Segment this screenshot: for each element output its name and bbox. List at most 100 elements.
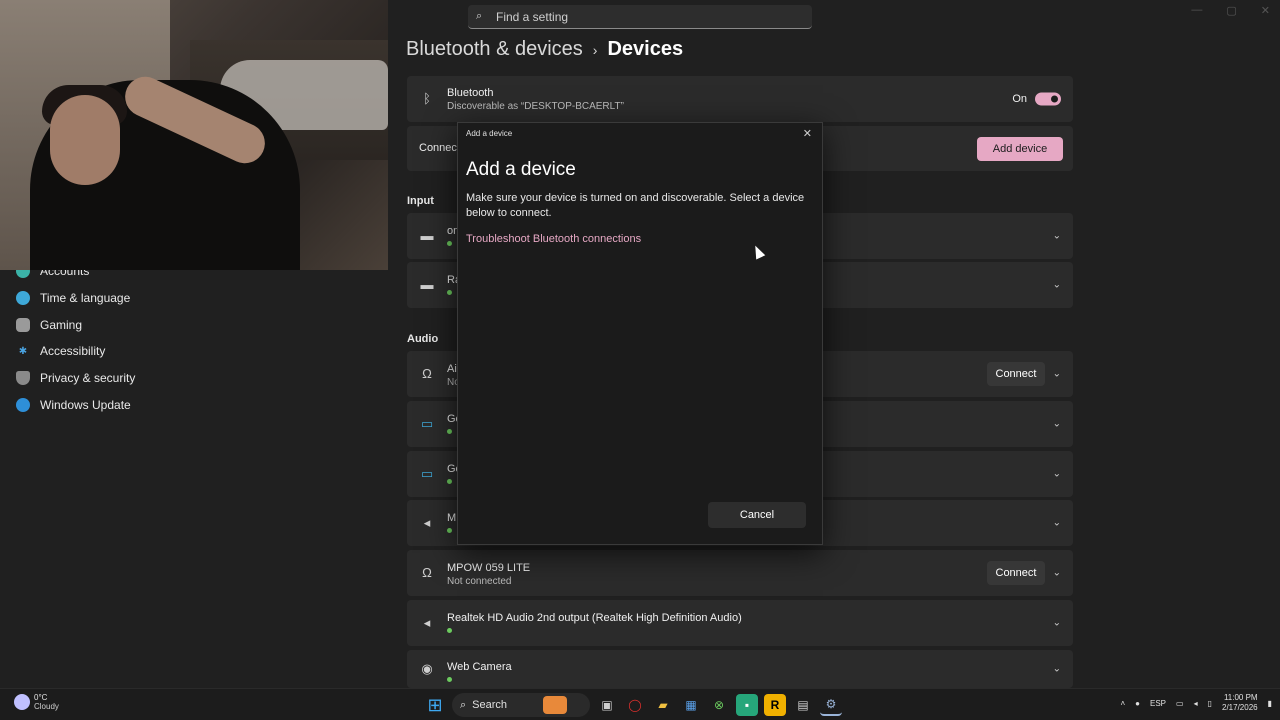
sidebar-item-accessibility[interactable]: ✱ Accessibility: [0, 338, 380, 365]
bluetooth-card: ᛒ Bluetooth Discoverable as “DESKTOP-BCA…: [407, 76, 1073, 122]
device-name: M: [447, 512, 457, 524]
microphone-icon[interactable]: ●: [1135, 699, 1140, 708]
close-icon[interactable]: ✕: [803, 127, 812, 140]
section-input: Input: [407, 195, 434, 207]
device-name: Realtek HD Audio 2nd output (Realtek Hig…: [447, 612, 742, 624]
chevron-right-icon: ›: [592, 41, 598, 58]
app-dark-icon[interactable]: ▤: [792, 694, 814, 716]
opera-icon[interactable]: ◯: [624, 694, 646, 716]
weather-widget[interactable]: 0°C Cloudy: [14, 693, 59, 711]
chevron-down-icon[interactable]: ⌄: [1053, 518, 1061, 529]
volume-icon[interactable]: ◂: [1194, 699, 1198, 708]
page-title: Devices: [607, 38, 684, 60]
dialog-window-title: Add a device: [466, 129, 513, 138]
cancel-button[interactable]: Cancel: [708, 502, 806, 528]
webcam-overlay: [0, 0, 388, 270]
dialog-heading: Add a device: [466, 159, 576, 180]
webcam-icon: ◉: [421, 661, 433, 676]
chevron-down-icon[interactable]: ⌄: [1053, 231, 1061, 242]
clock-time: 11:00 PM: [1223, 693, 1258, 702]
device-row[interactable]: Ω MPOW 059 LITE Not connected Connect ⌄: [407, 550, 1073, 596]
weather-icon: [14, 694, 30, 710]
start-icon[interactable]: ⊞: [424, 694, 446, 716]
status-dot: [447, 241, 452, 246]
xbox-icon[interactable]: ⊗: [708, 694, 730, 716]
chevron-down-icon[interactable]: ⌄: [1053, 664, 1061, 675]
globe-clock-icon: [16, 291, 30, 306]
search-highlight-icon: [543, 696, 568, 714]
headphones-icon: Ω: [422, 366, 432, 381]
language-indicator[interactable]: ESP: [1150, 699, 1166, 708]
chevron-down-icon[interactable]: ⌄: [1053, 280, 1061, 291]
status-dot: [447, 677, 452, 682]
task-view-icon[interactable]: ▣: [596, 694, 618, 716]
taskbar-search-label: Search: [472, 699, 508, 711]
network-icon[interactable]: ▭: [1176, 699, 1184, 708]
battery-icon[interactable]: ▯: [1208, 699, 1212, 708]
connect-button[interactable]: Connect: [987, 561, 1045, 585]
search-icon: ⌕: [460, 698, 467, 711]
store-icon[interactable]: ▦: [680, 694, 702, 716]
device-name: MPOW 059 LITE: [447, 562, 531, 574]
maximize-icon[interactable]: ▢: [1226, 4, 1236, 17]
shield-icon: [16, 371, 30, 386]
status-dot: [447, 290, 452, 295]
chevron-down-icon[interactable]: ⌄: [1053, 618, 1061, 629]
search-icon: ⌕: [476, 9, 483, 22]
speaker-icon: ◂: [423, 515, 431, 530]
sidebar-item-label: Gaming: [40, 317, 83, 332]
sidebar-item-time-language[interactable]: Time & language: [0, 285, 380, 312]
accessibility-icon: ✱: [18, 345, 28, 357]
section-audio: Audio: [407, 333, 439, 345]
weather-condition: Cloudy: [34, 702, 59, 711]
speaker-icon: ◂: [423, 615, 431, 630]
status-dot: [447, 479, 452, 484]
app-green-icon[interactable]: ▪: [736, 694, 758, 716]
device-row[interactable]: ◉ Web Camera ⌄: [407, 650, 1073, 688]
taskbar-search[interactable]: ⌕ Search: [452, 693, 590, 717]
status-dot: [447, 429, 452, 434]
sidebar-item-gaming[interactable]: Gaming: [0, 311, 380, 338]
close-window-icon[interactable]: ✕: [1261, 4, 1270, 17]
chevron-up-icon[interactable]: ˄: [1120, 699, 1125, 708]
chevron-down-icon[interactable]: ⌄: [1053, 469, 1061, 480]
dialog-description: Make sure your device is turned on and d…: [466, 192, 805, 219]
chevron-down-icon[interactable]: ⌄: [1053, 568, 1061, 579]
sidebar-item-windows-update[interactable]: Windows Update: [0, 391, 380, 418]
weather-temp: 0°C: [34, 693, 48, 702]
breadcrumb: Bluetooth & devices › Devices: [406, 38, 683, 61]
device-status: Not connected: [447, 576, 512, 587]
connect-button[interactable]: Connect: [987, 362, 1045, 386]
notifications-icon[interactable]: ▮: [1268, 699, 1272, 708]
bluetooth-title: Bluetooth: [447, 87, 494, 99]
chevron-down-icon[interactable]: ⌄: [1053, 419, 1061, 430]
taskbar: 0°C Cloudy ⊞ ⌕ Search ▣ ◯ ▰ ▦ ⊗ ▪ R ▤ ⚙ …: [0, 688, 1280, 720]
update-icon: [16, 397, 30, 412]
status-dot: [447, 528, 452, 533]
file-explorer-icon[interactable]: ▰: [652, 694, 674, 716]
keyboard-icon: ▬: [420, 228, 434, 243]
settings-search-box[interactable]: ⌕: [468, 5, 812, 29]
settings-icon[interactable]: ⚙: [820, 694, 842, 716]
sidebar-item-label: Privacy & security: [40, 371, 136, 386]
connect-row-label: Connect: [419, 142, 460, 154]
gamepad-icon: [16, 317, 30, 332]
rockstar-icon[interactable]: R: [764, 694, 786, 716]
add-device-button[interactable]: Add device: [977, 136, 1063, 161]
breadcrumb-parent[interactable]: Bluetooth & devices: [406, 38, 583, 61]
bluetooth-toggle[interactable]: [1035, 92, 1061, 106]
search-input[interactable]: [496, 9, 796, 24]
device-name: Ai: [447, 363, 457, 375]
sidebar: Accounts Time & language Gaming ✱ Access…: [0, 258, 380, 418]
minimize-icon[interactable]: —: [1191, 4, 1202, 17]
troubleshoot-link[interactable]: Troubleshoot Bluetooth connections: [466, 233, 641, 245]
chevron-down-icon[interactable]: ⌄: [1053, 369, 1061, 380]
clock[interactable]: 11:00 PM 2/17/2026: [1222, 693, 1258, 713]
sidebar-item-label: Time & language: [40, 291, 131, 306]
device-row[interactable]: ◂ Realtek HD Audio 2nd output (Realtek H…: [407, 600, 1073, 646]
status-dot: [447, 628, 452, 633]
headphones-icon: Ω: [422, 565, 432, 580]
taskbar-apps: ⊞ ⌕ Search ▣ ◯ ▰ ▦ ⊗ ▪ R ▤ ⚙: [424, 693, 842, 717]
sidebar-item-privacy[interactable]: Privacy & security: [0, 365, 380, 392]
clock-date: 2/17/2026: [1222, 703, 1258, 712]
